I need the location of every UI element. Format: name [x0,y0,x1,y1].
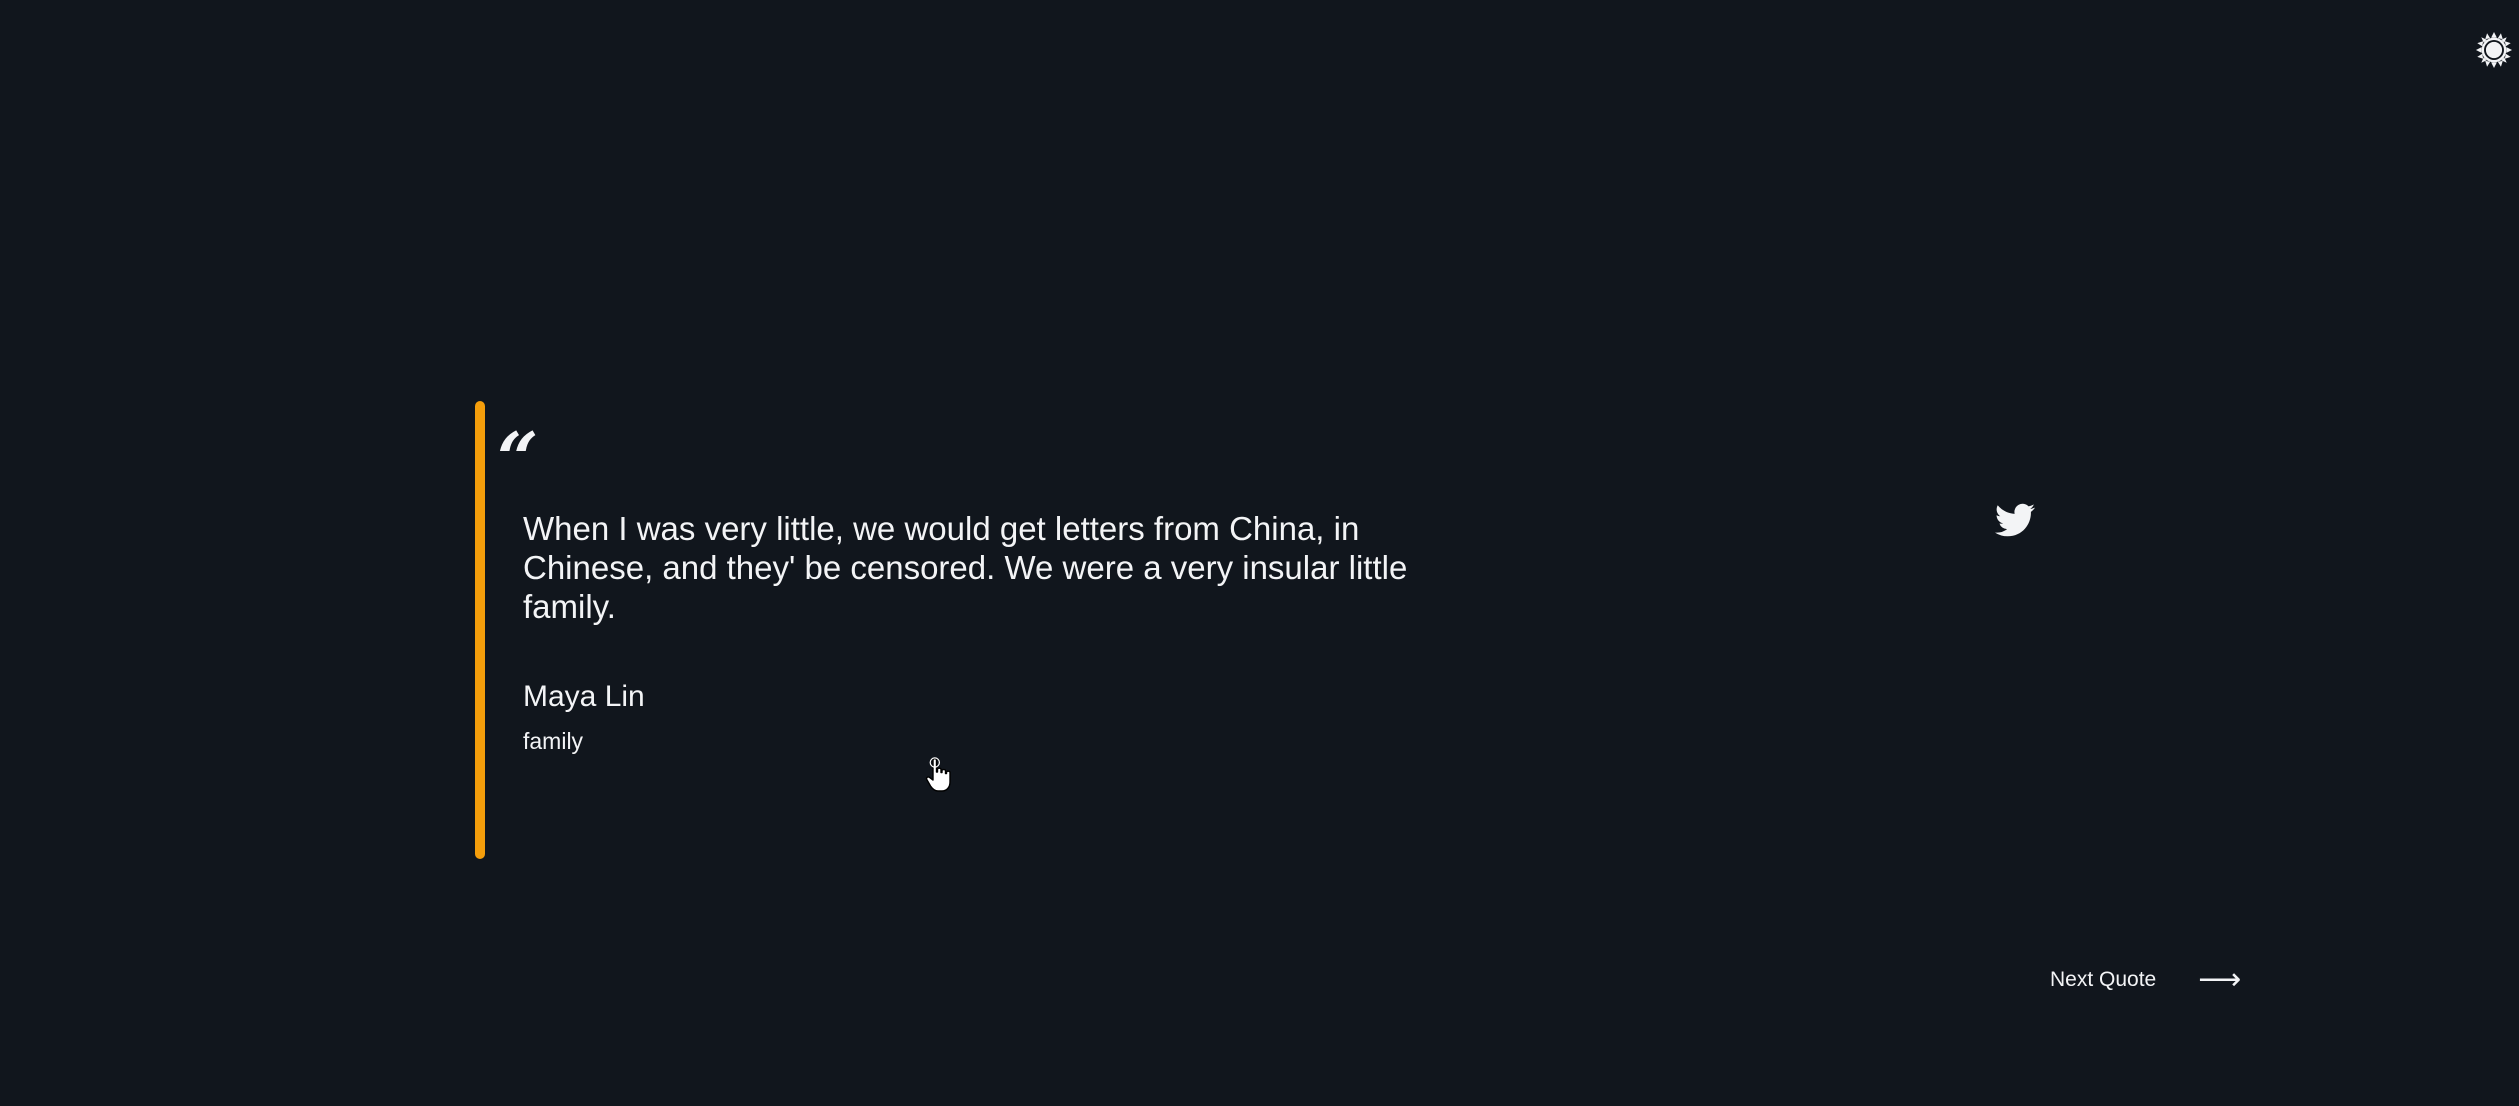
tweet-quote-button[interactable] [1993,500,2037,540]
quote-mark-icon: “ [497,416,539,501]
arrow-right-icon: ⟶ [2198,962,2242,997]
hand-pointer-cursor-icon [925,757,953,793]
quote-text: When I was very little, we would get let… [523,510,1408,625]
twitter-icon [1995,503,2035,537]
quote-card: “ When I was very little, we would get l… [475,401,1575,859]
quote-tag: family [523,728,584,754]
next-quote-label: Next Quote [2050,968,2157,991]
quote-author: Maya Lin [523,680,645,713]
theme-toggle-button[interactable] [2474,30,2514,70]
next-quote-button[interactable]: Next Quote ⟶ [2050,962,2241,998]
accent-bar [475,401,485,859]
sun-icon [2475,31,2513,69]
quote-page: “ When I was very little, we would get l… [0,0,2519,1106]
